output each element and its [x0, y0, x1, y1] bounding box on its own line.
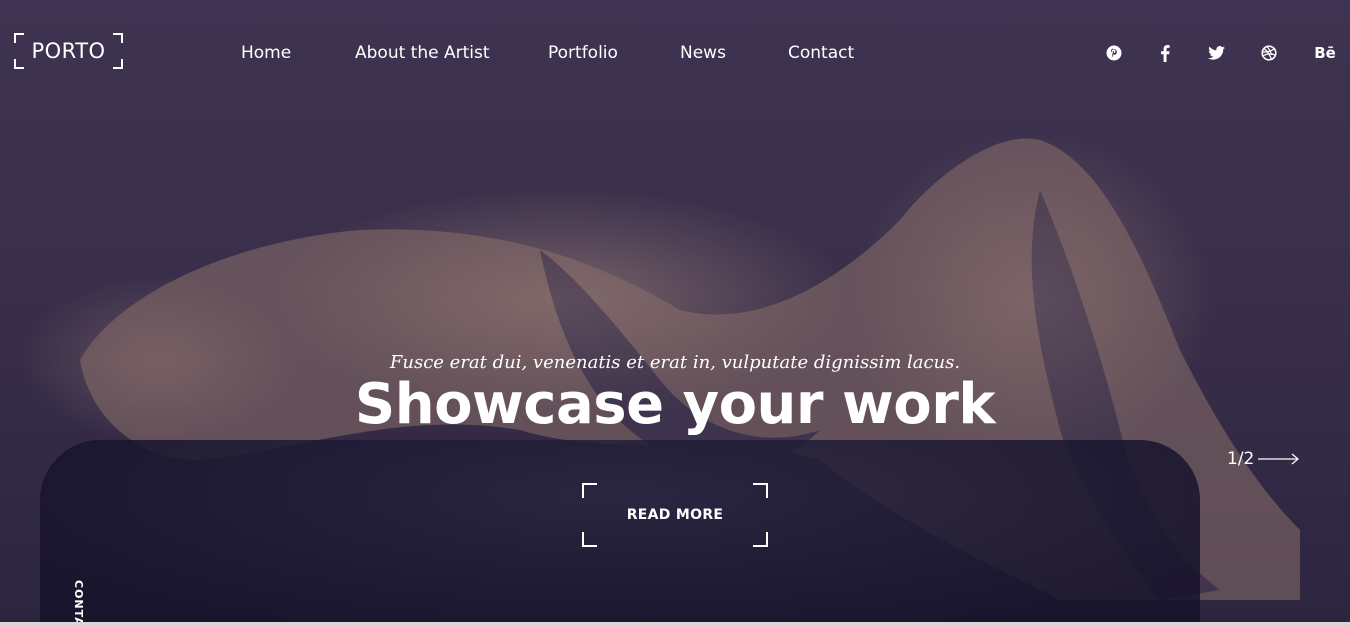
- nav-item-contact[interactable]: Contact: [788, 43, 854, 63]
- dribbble-icon[interactable]: [1258, 42, 1280, 64]
- nav-item-news[interactable]: News: [680, 43, 726, 63]
- twitter-icon[interactable]: [1205, 42, 1227, 64]
- hero-kicker-text: Fusce erat dui, venenatis et erat in, vu…: [389, 352, 961, 373]
- hero-headline: Showcase your work: [354, 372, 996, 437]
- logo-text: PORTO: [31, 39, 106, 63]
- nav-item-home[interactable]: Home: [241, 43, 291, 63]
- next-slide-arrow-icon[interactable]: [1258, 452, 1300, 466]
- slide-counter: 1/2: [1227, 449, 1255, 469]
- behance-icon[interactable]: Bē: [1313, 42, 1337, 64]
- nav-item-portfolio[interactable]: Portfolio: [548, 43, 618, 63]
- read-more-button[interactable]: READ MORE: [582, 483, 768, 547]
- side-contact-label: CONTACT: [72, 580, 85, 626]
- facebook-icon[interactable]: [1154, 42, 1176, 64]
- read-more-label: READ MORE: [626, 507, 724, 523]
- behance-text: Bē: [1314, 44, 1336, 62]
- porto-logo[interactable]: PORTO: [14, 33, 123, 69]
- pinterest-icon[interactable]: [1103, 42, 1125, 64]
- nav-item-about-the-artist[interactable]: About the Artist: [355, 43, 490, 63]
- bottom-edge-bar: [0, 622, 1350, 626]
- side-contact-link[interactable]: CONTACT: [68, 580, 88, 626]
